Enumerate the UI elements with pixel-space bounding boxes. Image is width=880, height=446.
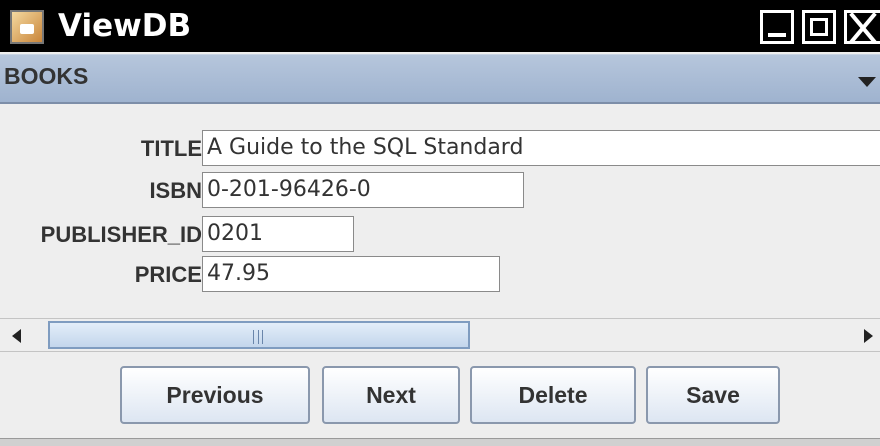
record-form: TITLE A Guide to the SQL Standard ISBN 0… (0, 106, 880, 316)
chevron-down-icon[interactable] (858, 77, 876, 87)
title-bar: ViewDB (0, 0, 880, 52)
window-title: ViewDB (58, 8, 192, 44)
grip-icon (253, 330, 263, 344)
title-field[interactable]: A Guide to the SQL Standard (202, 130, 880, 166)
scroll-left-icon[interactable] (12, 329, 21, 343)
maximize-icon[interactable] (802, 10, 836, 44)
window-bottom-border (0, 438, 880, 446)
close-icon[interactable] (844, 10, 880, 44)
publisher-id-label: PUBLISHER_ID (40, 222, 202, 247)
scroll-right-icon[interactable] (864, 329, 873, 343)
title-label: TITLE (140, 136, 202, 161)
isbn-label: ISBN (149, 178, 202, 203)
horizontal-scrollbar[interactable] (0, 318, 880, 352)
price-label: PRICE (134, 262, 202, 287)
publisher-id-field[interactable]: 0201 (202, 216, 354, 252)
table-select[interactable]: BOOKS (0, 54, 880, 104)
java-app-icon[interactable] (10, 10, 44, 44)
delete-button[interactable]: Delete (470, 366, 636, 424)
next-button[interactable]: Next (322, 366, 460, 424)
isbn-field[interactable]: 0-201-96426-0 (202, 172, 524, 208)
scrollbar-thumb[interactable] (48, 321, 470, 349)
save-button[interactable]: Save (646, 366, 780, 424)
minimize-icon[interactable] (760, 10, 794, 44)
previous-button[interactable]: Previous (120, 366, 310, 424)
price-field[interactable]: 47.95 (202, 256, 500, 292)
button-bar: Previous Next Delete Save (0, 352, 880, 446)
table-select-value: BOOKS (4, 63, 89, 89)
